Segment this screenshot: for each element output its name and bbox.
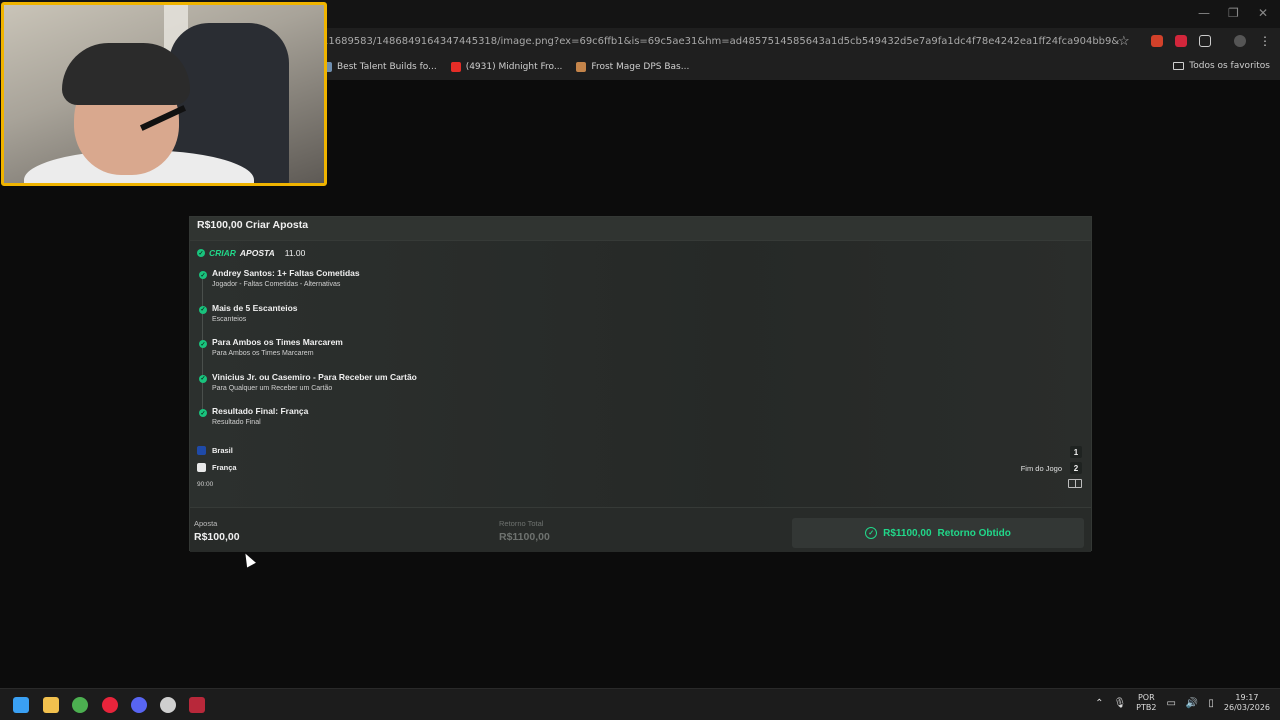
bet-leg: ✓ Vinicius Jr. ou Casemiro - Para Recebe… bbox=[198, 371, 798, 406]
bet-card: R$100,00 Criar Aposta ✓ CRIAR APOSTA 11.… bbox=[189, 216, 1092, 552]
check-icon: ✓ bbox=[199, 374, 207, 383]
chrome-icon[interactable] bbox=[72, 697, 88, 713]
combo-odds: 11.00 bbox=[284, 248, 306, 258]
bet-builder-summary: ✓ CRIAR APOSTA 11.00 bbox=[197, 248, 305, 258]
chevron-up-icon[interactable]: ⌃ bbox=[1095, 698, 1103, 709]
all-favorites[interactable]: Todos os favoritos bbox=[1173, 61, 1270, 71]
bet-card-header: R$100,00 Criar Aposta bbox=[190, 217, 1091, 241]
match-time: 90:00 bbox=[197, 481, 214, 488]
team-name: Brasil bbox=[212, 446, 233, 455]
bookmark-item[interactable]: (4931) Midnight Fro... bbox=[450, 62, 563, 72]
result-amount: R$1100,00 bbox=[883, 527, 932, 539]
total-return-label: Retorno Total bbox=[499, 519, 544, 528]
youtube-icon bbox=[450, 62, 461, 72]
extension-icon[interactable] bbox=[1151, 35, 1163, 47]
windows-start-icon[interactable] bbox=[13, 697, 29, 713]
input-language[interactable]: POR PTB2 bbox=[1136, 693, 1156, 713]
bet-leg: ✓ Resultado Final: França Resultado Fina… bbox=[198, 405, 798, 440]
bet-legs-list: ✓ Andrey Santos: 1+ Faltas Cometidas Jog… bbox=[198, 267, 798, 440]
leg-market: Escanteios bbox=[212, 315, 247, 323]
clock-time: 19:17 bbox=[1235, 693, 1259, 702]
score-away: 2 bbox=[1070, 462, 1082, 474]
keyboard-layout: PTB2 bbox=[1136, 703, 1157, 712]
leg-market: Para Ambos os Times Marcarem bbox=[212, 350, 314, 358]
adblock-icon[interactable] bbox=[1175, 35, 1187, 47]
bet-card-footer: Aposta R$100,00 Retorno Total R$1100,00 … bbox=[190, 507, 1091, 552]
france-shirt-icon bbox=[197, 463, 206, 472]
leg-market: Para Qualquer um Receber um Cartão bbox=[212, 384, 333, 392]
bookmark-item[interactable]: Best Talent Builds fo... bbox=[322, 62, 437, 72]
score-home: 1 bbox=[1070, 446, 1082, 458]
match-status: Fim do Jogo bbox=[1020, 464, 1062, 473]
bookmark-label: Frost Mage DPS Bas... bbox=[591, 62, 690, 72]
brazil-shirt-icon bbox=[197, 446, 206, 455]
voicemod-icon[interactable] bbox=[189, 697, 205, 713]
leg-title: Andrey Santos: 1+ Faltas Cometidas bbox=[212, 268, 360, 278]
leg-title: Resultado Final: França bbox=[212, 406, 309, 417]
team-home: Brasil bbox=[197, 446, 233, 455]
menu-kebab-icon[interactable]: ⋮ bbox=[1259, 34, 1271, 48]
check-circle-icon: ✓ bbox=[865, 527, 878, 539]
bookmark-item[interactable]: Frost Mage DPS Bas... bbox=[576, 62, 689, 72]
profile-avatar-icon[interactable] bbox=[1234, 35, 1246, 47]
bookmarks-bar: Best Talent Builds fo... (4931) Midnight… bbox=[322, 58, 689, 76]
combo-label-create: CRIAR bbox=[209, 248, 236, 258]
restore-icon[interactable]: ❐ bbox=[1228, 6, 1239, 20]
bookmark-label: Best Talent Builds fo... bbox=[337, 62, 437, 72]
leg-market: Resultado Final bbox=[212, 419, 261, 427]
leg-title: Vinicius Jr. ou Casemiro - Para Receber … bbox=[212, 371, 417, 382]
check-icon: ✓ bbox=[197, 249, 205, 257]
bookmark-label: (4931) Midnight Fro... bbox=[465, 62, 563, 72]
close-icon[interactable]: ✕ bbox=[1258, 6, 1268, 20]
bookmark-star-icon[interactable]: ☆ bbox=[1118, 33, 1130, 49]
check-icon: ✓ bbox=[199, 271, 207, 279]
minimize-icon[interactable]: — bbox=[1198, 6, 1210, 20]
windows-taskbar: ⌃ 🎙 POR PTB2 ▭ 🔊 ▯ 19:17 26/03/2026 bbox=[0, 688, 1280, 720]
leg-title: Para Ambos os Times Marcarem bbox=[212, 337, 343, 348]
system-tray: ⌃ 🎙 POR PTB2 ▭ 🔊 ▯ 19:17 26/03/2026 bbox=[1095, 693, 1270, 713]
folder-icon bbox=[1173, 62, 1185, 70]
clock-date: 26/03/2026 bbox=[1223, 703, 1270, 712]
pitch-icon[interactable] bbox=[1068, 479, 1082, 488]
combo-label-bet: APOSTA bbox=[239, 248, 275, 258]
volume-icon[interactable]: 🔊 bbox=[1186, 698, 1198, 709]
address-bar[interactable]: 11689583/1486849164347445318/image.png?e… bbox=[322, 36, 1119, 47]
bet-leg: ✓ Para Ambos os Times Marcarem Para Ambo… bbox=[198, 336, 798, 371]
result-label: Retorno Obtido bbox=[937, 527, 1011, 539]
discord-icon[interactable] bbox=[131, 697, 147, 713]
check-icon: ✓ bbox=[199, 409, 207, 418]
clock[interactable]: 19:17 26/03/2026 bbox=[1224, 693, 1270, 713]
bet-title: R$100,00 Criar Aposta bbox=[197, 219, 309, 231]
opera-gx-icon[interactable] bbox=[102, 697, 118, 713]
frost-mage-icon bbox=[576, 62, 587, 72]
stake-value: R$100,00 bbox=[194, 531, 240, 543]
leg-market: Jogador - Faltas Cometidas - Alternativa… bbox=[212, 281, 341, 288]
bet-leg: ✓ Mais de 5 Escanteios Escanteios bbox=[198, 302, 798, 337]
extensions-puzzle-icon[interactable] bbox=[1199, 35, 1211, 47]
check-icon: ✓ bbox=[199, 340, 207, 349]
webcam-overlay bbox=[1, 2, 327, 186]
team-away: França bbox=[197, 463, 237, 472]
battery-icon[interactable]: ▯ bbox=[1208, 698, 1214, 709]
obs-icon[interactable] bbox=[160, 697, 176, 713]
file-explorer-icon[interactable] bbox=[43, 697, 59, 713]
webcam-person-cap bbox=[62, 43, 190, 105]
favorites-label: Todos os favoritos bbox=[1189, 61, 1270, 71]
microphone-icon[interactable]: 🎙 bbox=[1113, 698, 1126, 709]
network-icon[interactable]: ▭ bbox=[1166, 698, 1175, 709]
return-obtained-badge: ✓ R$1100,00 Retorno Obtido bbox=[792, 518, 1084, 548]
bet-leg: ✓ Andrey Santos: 1+ Faltas Cometidas Jog… bbox=[198, 267, 798, 302]
stake-label: Aposta bbox=[194, 519, 218, 528]
language-code: POR bbox=[1137, 693, 1155, 702]
team-name: França bbox=[212, 463, 237, 472]
leg-title: Mais de 5 Escanteios bbox=[212, 302, 298, 313]
check-icon: ✓ bbox=[199, 305, 207, 314]
total-return-value: R$1100,00 bbox=[499, 531, 550, 543]
